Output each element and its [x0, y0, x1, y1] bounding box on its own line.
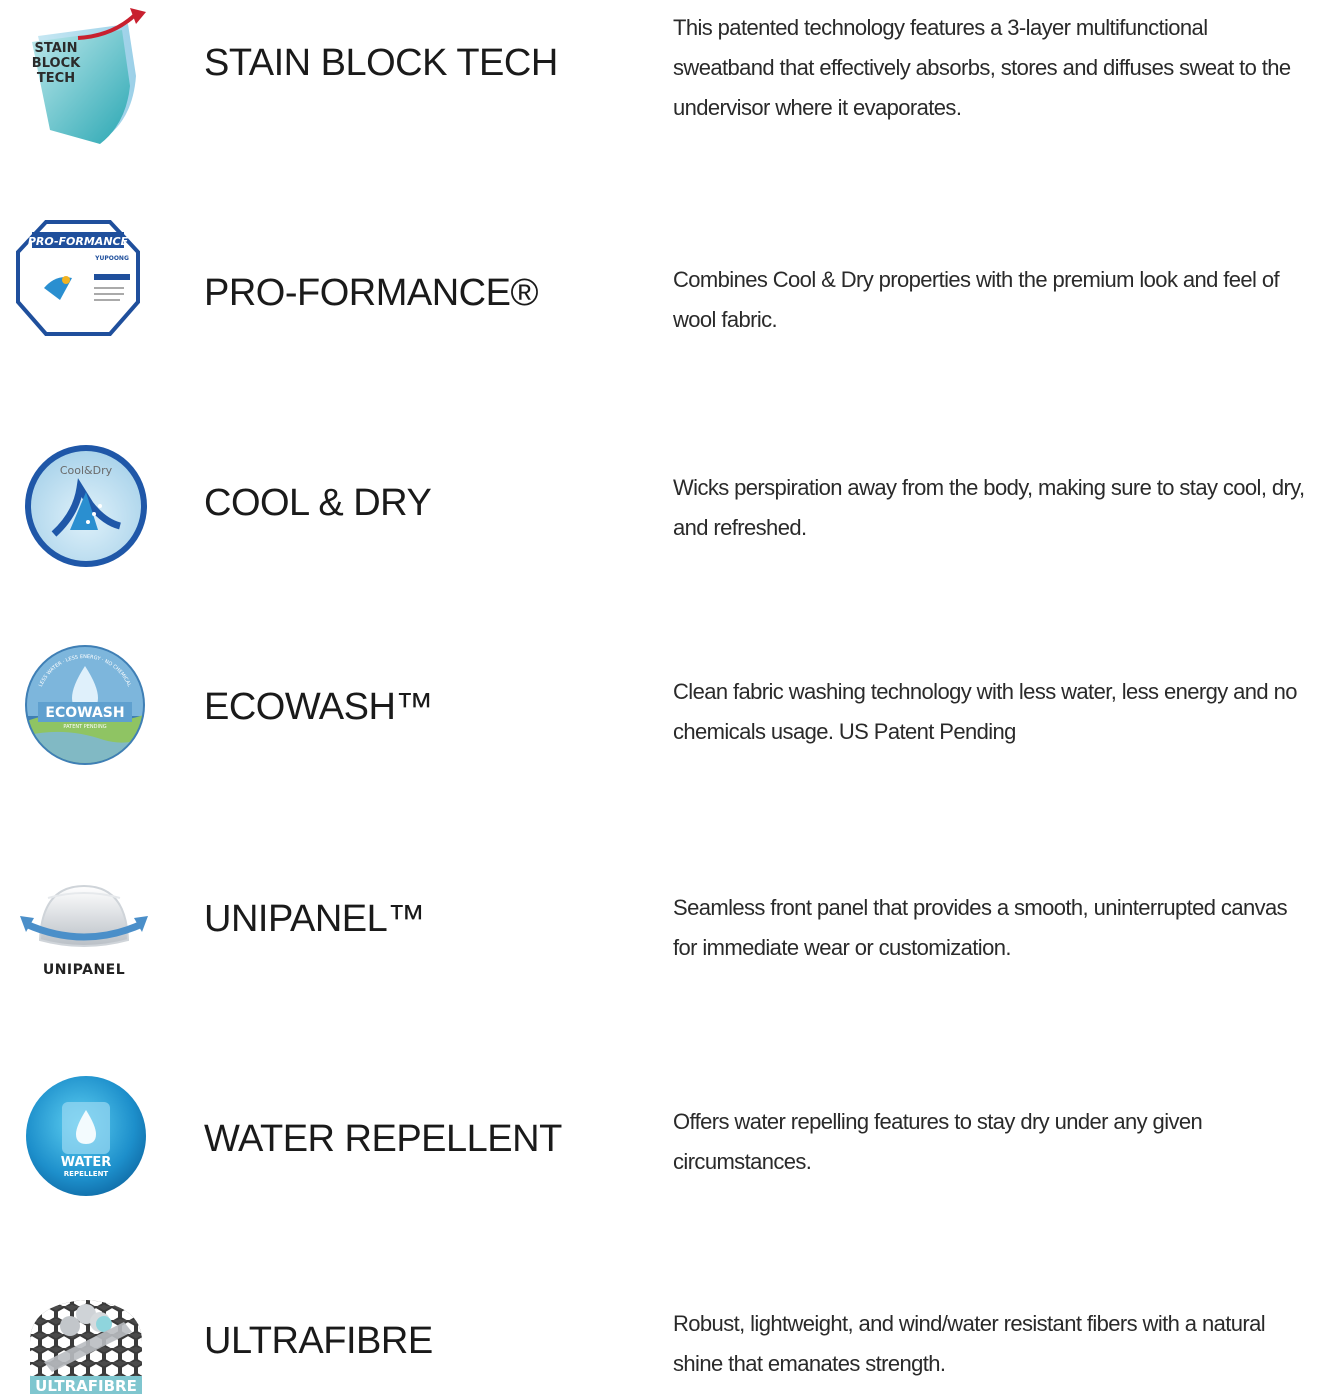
stain-block-tech-logo-icon: STAIN BLOCK TECH: [18, 6, 153, 146]
feature-row-water-repellent: WATER REPELLENT WATER REPELLENT Offers w…: [0, 1050, 1327, 1240]
logo-text-pro-formance: PRO-FORMANCE: [28, 235, 129, 248]
feature-title: PRO-FORMANCE®: [204, 272, 538, 314]
feature-row-unipanel: UNIPANEL UNIPANEL™ Seamless front panel …: [0, 840, 1327, 1030]
logo-text-ecowash: ECOWASH: [45, 705, 124, 721]
logo-text-stain: STAIN: [35, 41, 78, 56]
feature-description: Clean fabric washing technology with les…: [673, 679, 1297, 744]
logo-text-yupoong: YUPOONG: [94, 255, 129, 262]
feature-title: COOL & DRY: [204, 482, 432, 524]
logo-text-ultrafibre: ULTRAFIBRE: [35, 1377, 137, 1394]
feature-description: This patented technology features a 3-la…: [673, 15, 1291, 120]
feature-title: ECOWASH™: [204, 686, 433, 728]
logo-text-block: BLOCK: [32, 56, 81, 71]
feature-description: Robust, lightweight, and wind/water resi…: [673, 1311, 1266, 1376]
ultrafibre-logo-icon: ULTRAFIBRE: [24, 1292, 148, 1394]
feature-title: UNIPANEL™: [204, 898, 425, 940]
logo-text-cool-dry: Cool&Dry: [60, 464, 113, 477]
unipanel-logo-icon: UNIPANEL: [18, 880, 150, 980]
logo-text-water: WATER: [61, 1155, 112, 1170]
feature-title: ULTRAFIBRE: [204, 1320, 433, 1362]
feature-row-ecowash: ECOWASH PATENT PENDING LESS WATER · LESS…: [0, 630, 1327, 820]
pro-formance-logo-icon: PRO-FORMANCE YUPOONG: [16, 218, 140, 338]
feature-title: WATER REPELLENT: [204, 1118, 562, 1160]
feature-row-pro-formance: PRO-FORMANCE YUPOONG PRO-FORMANCE® Combi…: [0, 210, 1327, 400]
logo-text-tech: TECH: [37, 71, 75, 86]
logo-text-unipanel: UNIPANEL: [43, 962, 125, 978]
feature-description: Combines Cool & Dry properties with the …: [673, 267, 1280, 332]
feature-description: Seamless front panel that provides a smo…: [673, 895, 1288, 960]
feature-title: STAIN BLOCK TECH: [204, 42, 558, 84]
feature-row-cool-and-dry: Cool&Dry COOL & DRY Wicks perspiration a…: [0, 420, 1327, 610]
feature-row-stain-block-tech: STAIN BLOCK TECH STAIN BLOCK TECH This p…: [0, 0, 1327, 190]
logo-text-repellent: REPELLENT: [64, 1170, 109, 1178]
ecowash-logo-icon: ECOWASH PATENT PENDING LESS WATER · LESS…: [24, 644, 146, 766]
feature-description: Offers water repelling features to stay …: [673, 1109, 1203, 1174]
feature-description: Wicks perspiration away from the body, m…: [673, 475, 1305, 540]
water-repellent-logo-icon: WATER REPELLENT: [24, 1074, 148, 1198]
cool-and-dry-logo-icon: Cool&Dry: [24, 444, 148, 568]
logo-text-patent-pending: PATENT PENDING: [63, 724, 106, 730]
feature-row-ultrafibre: ULTRAFIBRE ULTRAFIBRE Robust, lightweigh…: [0, 1260, 1327, 1394]
